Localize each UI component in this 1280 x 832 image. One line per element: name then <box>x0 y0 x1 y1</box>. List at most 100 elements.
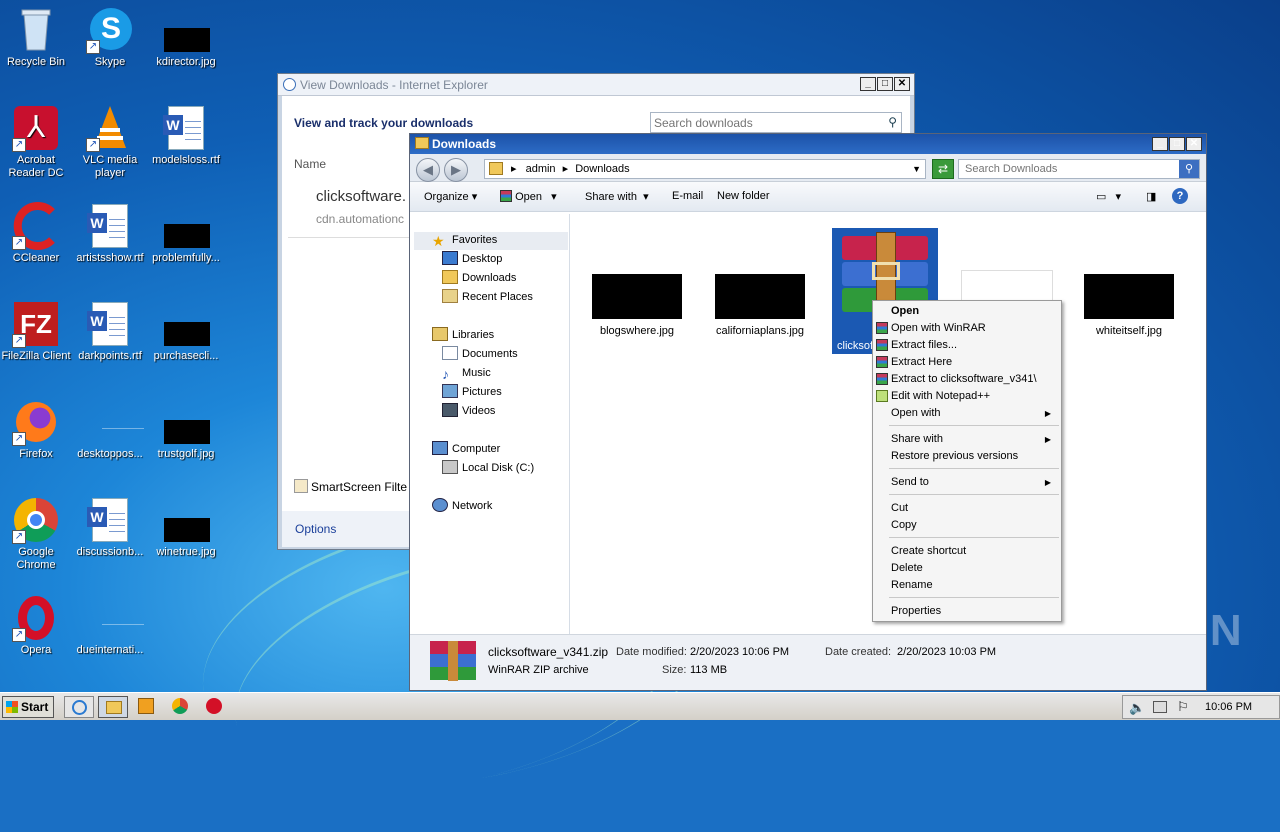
nav-videos[interactable]: Videos <box>442 402 495 421</box>
menu-item-cut[interactable]: Cut <box>891 500 1059 517</box>
share-with-button[interactable]: Share with ▾ <box>585 190 649 203</box>
explorer-title-bar[interactable]: Downloads _ □ ✕ <box>410 134 1206 154</box>
desktop-icon-winetrue[interactable]: winetrue.jpg <box>148 496 224 559</box>
organize-button[interactable]: Organize ▾ <box>424 190 477 203</box>
help-icon[interactable]: ? <box>1172 188 1188 204</box>
file-item[interactable]: whiteitself.jpg <box>1082 274 1176 337</box>
new-folder-button[interactable]: New folder <box>717 190 770 202</box>
network-tray-icon[interactable] <box>1153 701 1167 713</box>
nav-local-disk[interactable]: Local Disk (C:) <box>442 459 534 478</box>
nav-libraries[interactable]: Libraries <box>432 326 494 345</box>
breadcrumb-downloads[interactable]: Downloads <box>575 163 629 175</box>
nav-music[interactable]: ♪ Music <box>442 364 491 383</box>
ie-search-input[interactable] <box>651 113 871 132</box>
taskbar-chrome-button[interactable] <box>172 698 188 714</box>
breadcrumb: ▸ admin ▸ Downloads <box>511 160 630 178</box>
view-options-icon[interactable]: ▭ ▾ <box>1096 190 1121 203</box>
desktop-icon-acrobat[interactable]: ⅄ ↗ Acrobat Reader DC <box>0 104 74 180</box>
desktop-icon-darkpoints[interactable]: W darkpoints.rtf <box>72 300 148 363</box>
nav-recent-places[interactable]: Recent Places <box>442 288 533 307</box>
smartscreen-link[interactable]: SmartScreen Filte <box>294 479 407 494</box>
close-button[interactable]: ✕ <box>1186 137 1202 151</box>
menu-item-extract-to[interactable]: Extract to clicksoftware_v341\ <box>876 371 1059 388</box>
menu-item-share-with[interactable]: Share with ▶ <box>891 431 1059 448</box>
menu-item-restore-versions[interactable]: Restore previous versions <box>891 448 1059 465</box>
menu-item-open-with[interactable]: Open with ▶ <box>891 405 1059 422</box>
menu-item-send-to[interactable]: Send to ▶ <box>891 474 1059 491</box>
address-dropdown-icon[interactable]: ▼ <box>912 160 921 178</box>
search-icon[interactable]: ⚲ <box>888 115 897 129</box>
back-button[interactable]: ◀ <box>416 158 440 182</box>
desktop-icon-opera[interactable]: ↗ Opera <box>0 594 74 657</box>
menu-item-open-with-winrar[interactable]: Open with WinRAR <box>876 320 1059 337</box>
nav-computer[interactable]: Computer <box>432 440 500 459</box>
menu-item-copy[interactable]: Copy <box>891 517 1059 534</box>
maximize-button[interactable]: □ <box>1169 137 1185 151</box>
preview-pane-icon[interactable]: ◨ <box>1146 190 1156 203</box>
desktop-icon-vlc[interactable]: ↗ VLC media player <box>72 104 148 180</box>
desktop-icon-chrome[interactable]: ↗ Google Chrome <box>0 496 74 572</box>
breadcrumb-chevron-icon[interactable]: ▸ <box>511 163 517 175</box>
forward-button[interactable]: ▶ <box>444 158 468 182</box>
taskbar-media-player-button[interactable] <box>138 698 154 714</box>
maximize-button[interactable]: □ <box>877 77 893 91</box>
nav-desktop[interactable]: Desktop <box>442 250 502 269</box>
taskbar-ie-button[interactable] <box>64 696 94 718</box>
image-thumbnail <box>592 274 682 319</box>
minimize-button[interactable]: _ <box>860 77 876 91</box>
desktop-icon-discussionb[interactable]: W discussionb... <box>72 496 148 559</box>
taskbar-explorer-button[interactable] <box>98 696 128 718</box>
minimize-button[interactable]: _ <box>1152 137 1168 151</box>
nav-pictures[interactable]: Pictures <box>442 383 502 402</box>
nav-network[interactable]: Network <box>432 497 492 516</box>
breadcrumb-admin[interactable]: admin <box>526 163 556 175</box>
menu-item-properties[interactable]: Properties <box>891 603 1059 620</box>
desktop-icon-ccleaner[interactable]: ↗ CCleaner <box>0 202 74 265</box>
address-bar[interactable]: ▸ admin ▸ Downloads ▼ <box>484 159 926 179</box>
nav-documents[interactable]: Documents <box>442 345 518 364</box>
flag-icon[interactable]: ⚐ <box>1177 699 1189 715</box>
file-item[interactable]: californiaplans.jpg <box>708 274 812 337</box>
menu-item-extract-here[interactable]: Extract Here <box>876 354 1059 371</box>
desktop-icon-recycle-bin[interactable]: Recycle Bin <box>0 6 74 69</box>
menu-item-rename[interactable]: Rename <box>891 577 1059 594</box>
start-button[interactable]: Start <box>2 696 54 718</box>
desktop-icon-kdirector[interactable]: kdirector.jpg <box>148 6 224 69</box>
email-button[interactable]: E-mail <box>672 190 703 202</box>
desktop-icon-purchasecli[interactable]: purchasecli... <box>148 300 224 363</box>
open-button[interactable]: Open ▾ <box>500 190 557 203</box>
explorer-window[interactable]: Downloads _ □ ✕ ◀ ▶ ▸ admin ▸ Downloads … <box>409 133 1207 691</box>
desktop-icon-skype[interactable]: S ↗ Skype <box>72 6 148 69</box>
desktop-icon-dueinternati[interactable]: dueinternati... <box>72 594 148 657</box>
libraries-icon <box>432 327 448 341</box>
options-link[interactable]: Options <box>295 522 336 536</box>
ie-search-box[interactable]: ⚲ <box>650 112 902 133</box>
ie-download-item[interactable]: clicksoftware. cdn.automationc <box>288 184 412 239</box>
clock[interactable]: 10:06 PM <box>1205 701 1252 713</box>
ie-title-bar[interactable]: View Downloads - Internet Explorer _ □ ✕ <box>278 74 914 96</box>
menu-item-extract-files[interactable]: Extract files... <box>876 337 1059 354</box>
nav-downloads[interactable]: Downloads <box>442 269 516 288</box>
breadcrumb-chevron-icon[interactable]: ▸ <box>563 163 569 175</box>
taskbar-opera-button[interactable] <box>206 698 222 714</box>
volume-icon[interactable]: 🔈 <box>1129 700 1145 716</box>
desktop-icon-trustgolf[interactable]: trustgolf.jpg <box>148 398 224 461</box>
menu-item-open[interactable]: Open <box>891 303 1059 320</box>
desktop-icon-problemfully[interactable]: problemfully... <box>148 202 224 265</box>
explorer-search-input[interactable] <box>959 160 1169 178</box>
desktop-icon-desktoppos[interactable]: desktoppos... <box>72 398 148 461</box>
menu-item-delete[interactable]: Delete <box>891 560 1059 577</box>
desktop-icon-modelsloss[interactable]: W modelsloss.rtf <box>148 104 224 167</box>
desktop-icon-filezilla[interactable]: FZ ↗ FileZilla Client <box>0 300 74 363</box>
desktop-icon-firefox[interactable]: ↗ Firefox <box>0 398 74 461</box>
refresh-icon[interactable]: ⇄ <box>932 159 954 179</box>
desktop-icon-artistsshow[interactable]: W artistsshow.rtf <box>72 202 148 265</box>
menu-item-create-shortcut[interactable]: Create shortcut <box>891 543 1059 560</box>
file-item[interactable]: blogswhere.jpg <box>590 274 684 337</box>
search-icon[interactable]: ⚲ <box>1179 160 1199 178</box>
nav-favorites[interactable]: ★ Favorites <box>432 231 497 250</box>
ie-column-name[interactable]: Name <box>294 157 326 171</box>
explorer-search-box[interactable]: ⚲ <box>958 159 1200 179</box>
menu-item-edit-notepad[interactable]: Edit with Notepad++ <box>876 388 1059 405</box>
close-button[interactable]: ✕ <box>894 77 910 91</box>
